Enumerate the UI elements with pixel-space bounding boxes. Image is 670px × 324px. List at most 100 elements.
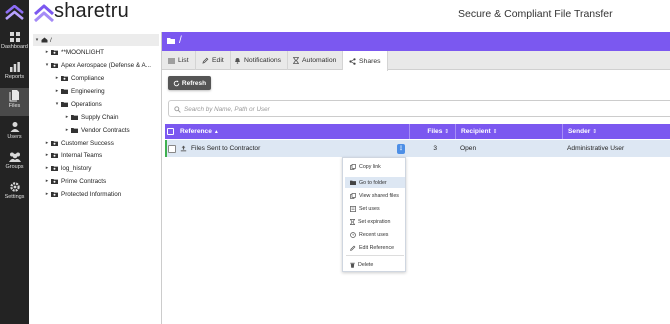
hourglass-icon (293, 57, 299, 64)
column-label: Sender (568, 128, 591, 135)
menu-item-view-shared-files[interactable]: View shared files (345, 190, 405, 201)
shared-folder-icon (51, 191, 58, 197)
expand-caret-icon[interactable]: ▾ (53, 101, 61, 107)
rail-item-reports[interactable]: Reports (0, 60, 29, 90)
tab-label: Notifications (244, 57, 282, 64)
rail-label: Reports (4, 74, 25, 80)
cell-reference: Files Sent to Contractor (180, 140, 395, 157)
column-header-recipient[interactable]: Recipient ⇕ (455, 124, 562, 139)
sharetru-logo-icon[interactable] (4, 4, 25, 21)
shared-folder-icon (51, 178, 58, 184)
tree-item[interactable]: ▾ Operations (53, 98, 102, 110)
tree-item[interactable]: ▸ Prime Contracts (43, 175, 106, 187)
rail-item-settings[interactable]: Settings (0, 180, 29, 210)
collapsed-caret-icon[interactable]: ▸ (43, 165, 51, 171)
folder-icon (71, 114, 78, 120)
menu-divider (346, 255, 404, 256)
tree-root[interactable]: ▾ / (33, 34, 159, 46)
search-box (168, 100, 670, 117)
tab-edit[interactable]: Edit (196, 51, 231, 70)
column-header-files[interactable]: Files ⇕ (409, 124, 455, 139)
sort-icon: ⇕ (492, 128, 498, 135)
tree-item[interactable]: ▸ Compliance (53, 72, 105, 84)
column-label: Reference (180, 128, 212, 135)
tree-label: Vendor Contracts (81, 126, 130, 134)
sort-icon: ⇕ (444, 128, 449, 135)
collapsed-caret-icon[interactable]: ▸ (43, 140, 51, 146)
groups-icon (8, 152, 21, 162)
tab-automation[interactable]: Automation (287, 51, 344, 70)
tree-label: log_history (61, 164, 92, 172)
rail-item-dashboard[interactable]: Dashboard (0, 30, 29, 60)
menu-item-recent-uses[interactable]: Recent uses (345, 229, 405, 240)
row-checkbox[interactable] (168, 140, 178, 157)
expand-caret-icon[interactable]: ▾ (43, 62, 51, 68)
refresh-icon (173, 79, 180, 86)
folder-icon (350, 180, 356, 185)
home-icon (41, 37, 48, 43)
tree-item[interactable]: ▸ Supply Chain (63, 111, 119, 123)
menu-item-copy-link[interactable]: Copy link (345, 161, 405, 172)
menu-label: Set expiration (358, 218, 391, 225)
shared-folder-icon (51, 49, 58, 55)
tree-label: Supply Chain (81, 113, 119, 121)
collapsed-caret-icon[interactable]: ▸ (53, 88, 61, 94)
tree-item[interactable]: ▸ Customer Success (43, 137, 114, 149)
column-header-sender[interactable]: Sender ⇕ (562, 124, 670, 139)
collapsed-caret-icon[interactable]: ▸ (43, 191, 51, 197)
cell-sender: Administrative User (567, 145, 625, 152)
tree-item[interactable]: ▾ Apex Aerospace (Defense & A... (43, 59, 151, 71)
menu-label: Go to folder (359, 179, 387, 186)
tree-item[interactable]: ▸ Internal Teams (43, 149, 102, 161)
tree-item[interactable]: ▸ log_history (43, 162, 92, 174)
tab-bar: List Edit Notifications Automation Share… (162, 51, 670, 71)
collapsed-caret-icon[interactable]: ▸ (43, 178, 51, 184)
folder-open-icon (167, 38, 175, 44)
rail-label: Files (8, 103, 21, 109)
tab-notifications[interactable]: Notifications (228, 51, 289, 70)
menu-item-go-to-folder[interactable]: Go to folder (345, 177, 405, 188)
tab-label: Shares (359, 57, 381, 65)
cell-recipient: Open (460, 145, 477, 152)
column-header-reference[interactable]: Reference ▲ (172, 124, 408, 139)
collapsed-caret-icon[interactable]: ▸ (43, 49, 51, 55)
pencil-icon (202, 57, 209, 64)
column-label: Files (427, 128, 443, 135)
tree-item[interactable]: ▸ Engineering (53, 85, 105, 97)
tree-item[interactable]: ▸ Vendor Contracts (63, 124, 130, 136)
tree-item[interactable]: ▸ Protected Information (43, 188, 121, 200)
search-input[interactable] (184, 103, 484, 115)
rail-item-files[interactable]: Files (0, 88, 29, 116)
collapsed-caret-icon[interactable]: ▸ (53, 75, 61, 81)
expand-caret-icon[interactable]: ▾ (33, 37, 41, 43)
rail-item-users[interactable]: Users (0, 120, 29, 150)
header-tagline: Secure & Compliant File Transfer (458, 8, 613, 20)
folder-icon (61, 88, 68, 94)
menu-label: Set uses (359, 205, 380, 212)
sort-icon: ⇕ (592, 128, 597, 135)
row-actions-kebab-button[interactable]: ⋮ (397, 144, 405, 154)
tree-label: Internal Teams (61, 151, 103, 159)
menu-item-delete[interactable]: Delete (345, 259, 405, 270)
rail-label: Groups (5, 164, 24, 170)
folder-tree: ▾ / ▸ **MOONLIGHT ▾ Apex Aerospace (Defe… (29, 32, 162, 324)
rail-item-groups[interactable]: Groups (0, 150, 29, 180)
list-icon (168, 58, 175, 63)
table-row[interactable]: Files Sent to Contractor ⋮ 3 Open Admini… (165, 140, 670, 157)
menu-item-set-uses[interactable]: Set uses (345, 203, 405, 214)
sort-ascending-icon: ▲ (213, 128, 219, 135)
tab-list[interactable]: List (162, 51, 196, 70)
tree-item[interactable]: ▸ **MOONLIGHT (43, 46, 104, 58)
menu-item-set-expiration[interactable]: Set expiration (345, 216, 405, 227)
path-bar: / (162, 32, 670, 51)
collapsed-caret-icon[interactable]: ▸ (43, 152, 51, 158)
menu-label: Edit Reference (359, 244, 395, 251)
hourglass-icon (350, 218, 355, 225)
menu-item-edit-reference[interactable]: Edit Reference (345, 242, 405, 253)
tree-label: Apex Aerospace (Defense & A... (61, 61, 151, 69)
settings-icon (9, 182, 20, 192)
collapsed-caret-icon[interactable]: ▸ (63, 127, 71, 133)
tab-shares[interactable]: Shares (343, 51, 388, 71)
refresh-button[interactable]: Refresh (168, 76, 211, 90)
collapsed-caret-icon[interactable]: ▸ (63, 114, 71, 120)
